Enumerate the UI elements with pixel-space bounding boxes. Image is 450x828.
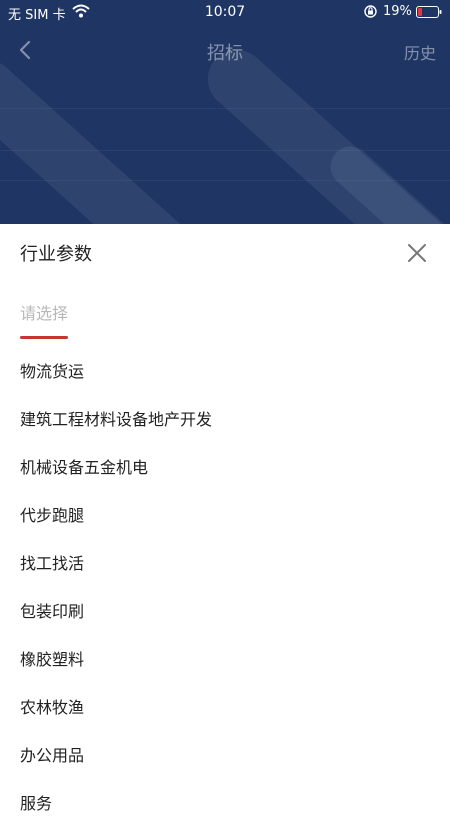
lock-icon xyxy=(364,5,377,18)
option-list: 物流货运 建筑工程材料设备地产开发 机械设备五金机电 代步跑腿 找工找活 包装印… xyxy=(0,348,450,828)
list-item[interactable]: 农林牧渔 xyxy=(0,684,450,732)
tab-active-indicator xyxy=(20,336,68,339)
history-button[interactable]: 历史 xyxy=(404,40,436,64)
list-item[interactable]: 找工找活 xyxy=(0,540,450,588)
list-item[interactable]: 橡胶塑料 xyxy=(0,636,450,684)
page-title: 招标 xyxy=(207,43,243,64)
list-item[interactable]: 建筑工程材料设备地产开发 xyxy=(0,396,450,444)
status-bar: 无 SIM 卡 10:07 19% xyxy=(0,0,450,24)
list-item[interactable]: 代步跑腿 xyxy=(0,492,450,540)
navigation-bar: 招标 历史 xyxy=(0,24,450,76)
tab-please-select[interactable]: 请选择 xyxy=(20,300,68,324)
list-item[interactable]: 服务 xyxy=(0,780,450,828)
industry-parameter-sheet: 行业参数 请选择 物流货运 建筑工程材料设备地产开发 机械设备五金机电 代步跑腿… xyxy=(0,224,450,813)
list-item[interactable]: 机械设备五金机电 xyxy=(0,444,450,492)
decorative-line xyxy=(0,108,450,109)
decorative-line xyxy=(0,180,450,181)
sheet-title: 行业参数 xyxy=(20,244,92,265)
decorative-line xyxy=(0,150,450,151)
battery-icon xyxy=(416,6,442,18)
close-icon[interactable] xyxy=(405,241,429,265)
list-item[interactable]: 物流货运 xyxy=(0,348,450,396)
list-item[interactable]: 办公用品 xyxy=(0,732,450,780)
battery-percent: 19% xyxy=(383,4,412,19)
list-item[interactable]: 包装印刷 xyxy=(0,588,450,636)
